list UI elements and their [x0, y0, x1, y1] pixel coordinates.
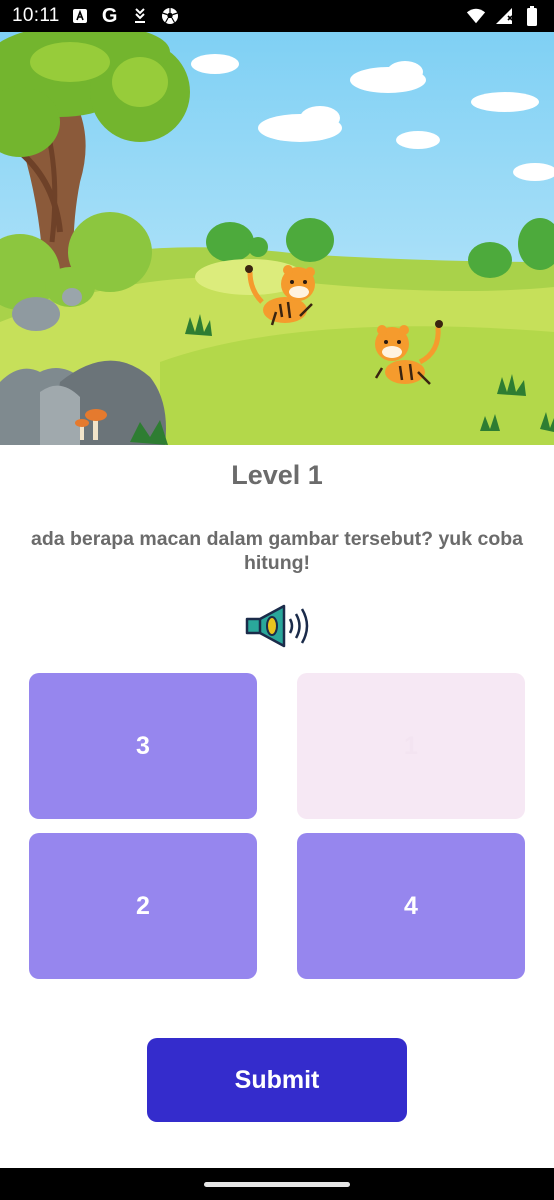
answer-option-4[interactable]: 4: [297, 833, 525, 979]
status-left: 10:11 G: [12, 5, 180, 27]
download-icon: [130, 6, 150, 26]
answer-option-2[interactable]: 1: [297, 673, 525, 819]
answer-option-label: 2: [136, 891, 150, 920]
answer-option-label: 4: [404, 891, 418, 920]
answer-option-1[interactable]: 3: [29, 673, 257, 819]
google-g-letter: G: [101, 4, 118, 27]
speaker-sound-icon: [245, 604, 309, 648]
signal-icon: [494, 6, 514, 26]
level-title: Level 1: [231, 460, 323, 490]
submit-button[interactable]: Submit: [147, 1038, 407, 1122]
answer-option-label: 1: [404, 731, 418, 760]
soccer-ball-icon: [160, 6, 180, 26]
home-gesture-handle[interactable]: [204, 1182, 350, 1187]
scene-illustration: [0, 32, 554, 445]
google-g-icon: G: [100, 4, 120, 27]
answer-option-3[interactable]: 2: [29, 833, 257, 979]
status-right: [466, 6, 542, 26]
question-text: ada berapa macan dalam gambar tersebut? …: [30, 528, 523, 574]
status-time: 10:11: [12, 5, 60, 26]
status-bar: 10:11 G: [0, 0, 554, 32]
tiger-scene-image: [0, 32, 554, 445]
a-box-icon: [70, 6, 90, 26]
battery-icon: [522, 6, 542, 26]
answer-option-label: 3: [136, 731, 150, 760]
wifi-icon: [466, 6, 486, 26]
play-audio-button[interactable]: [244, 602, 312, 650]
